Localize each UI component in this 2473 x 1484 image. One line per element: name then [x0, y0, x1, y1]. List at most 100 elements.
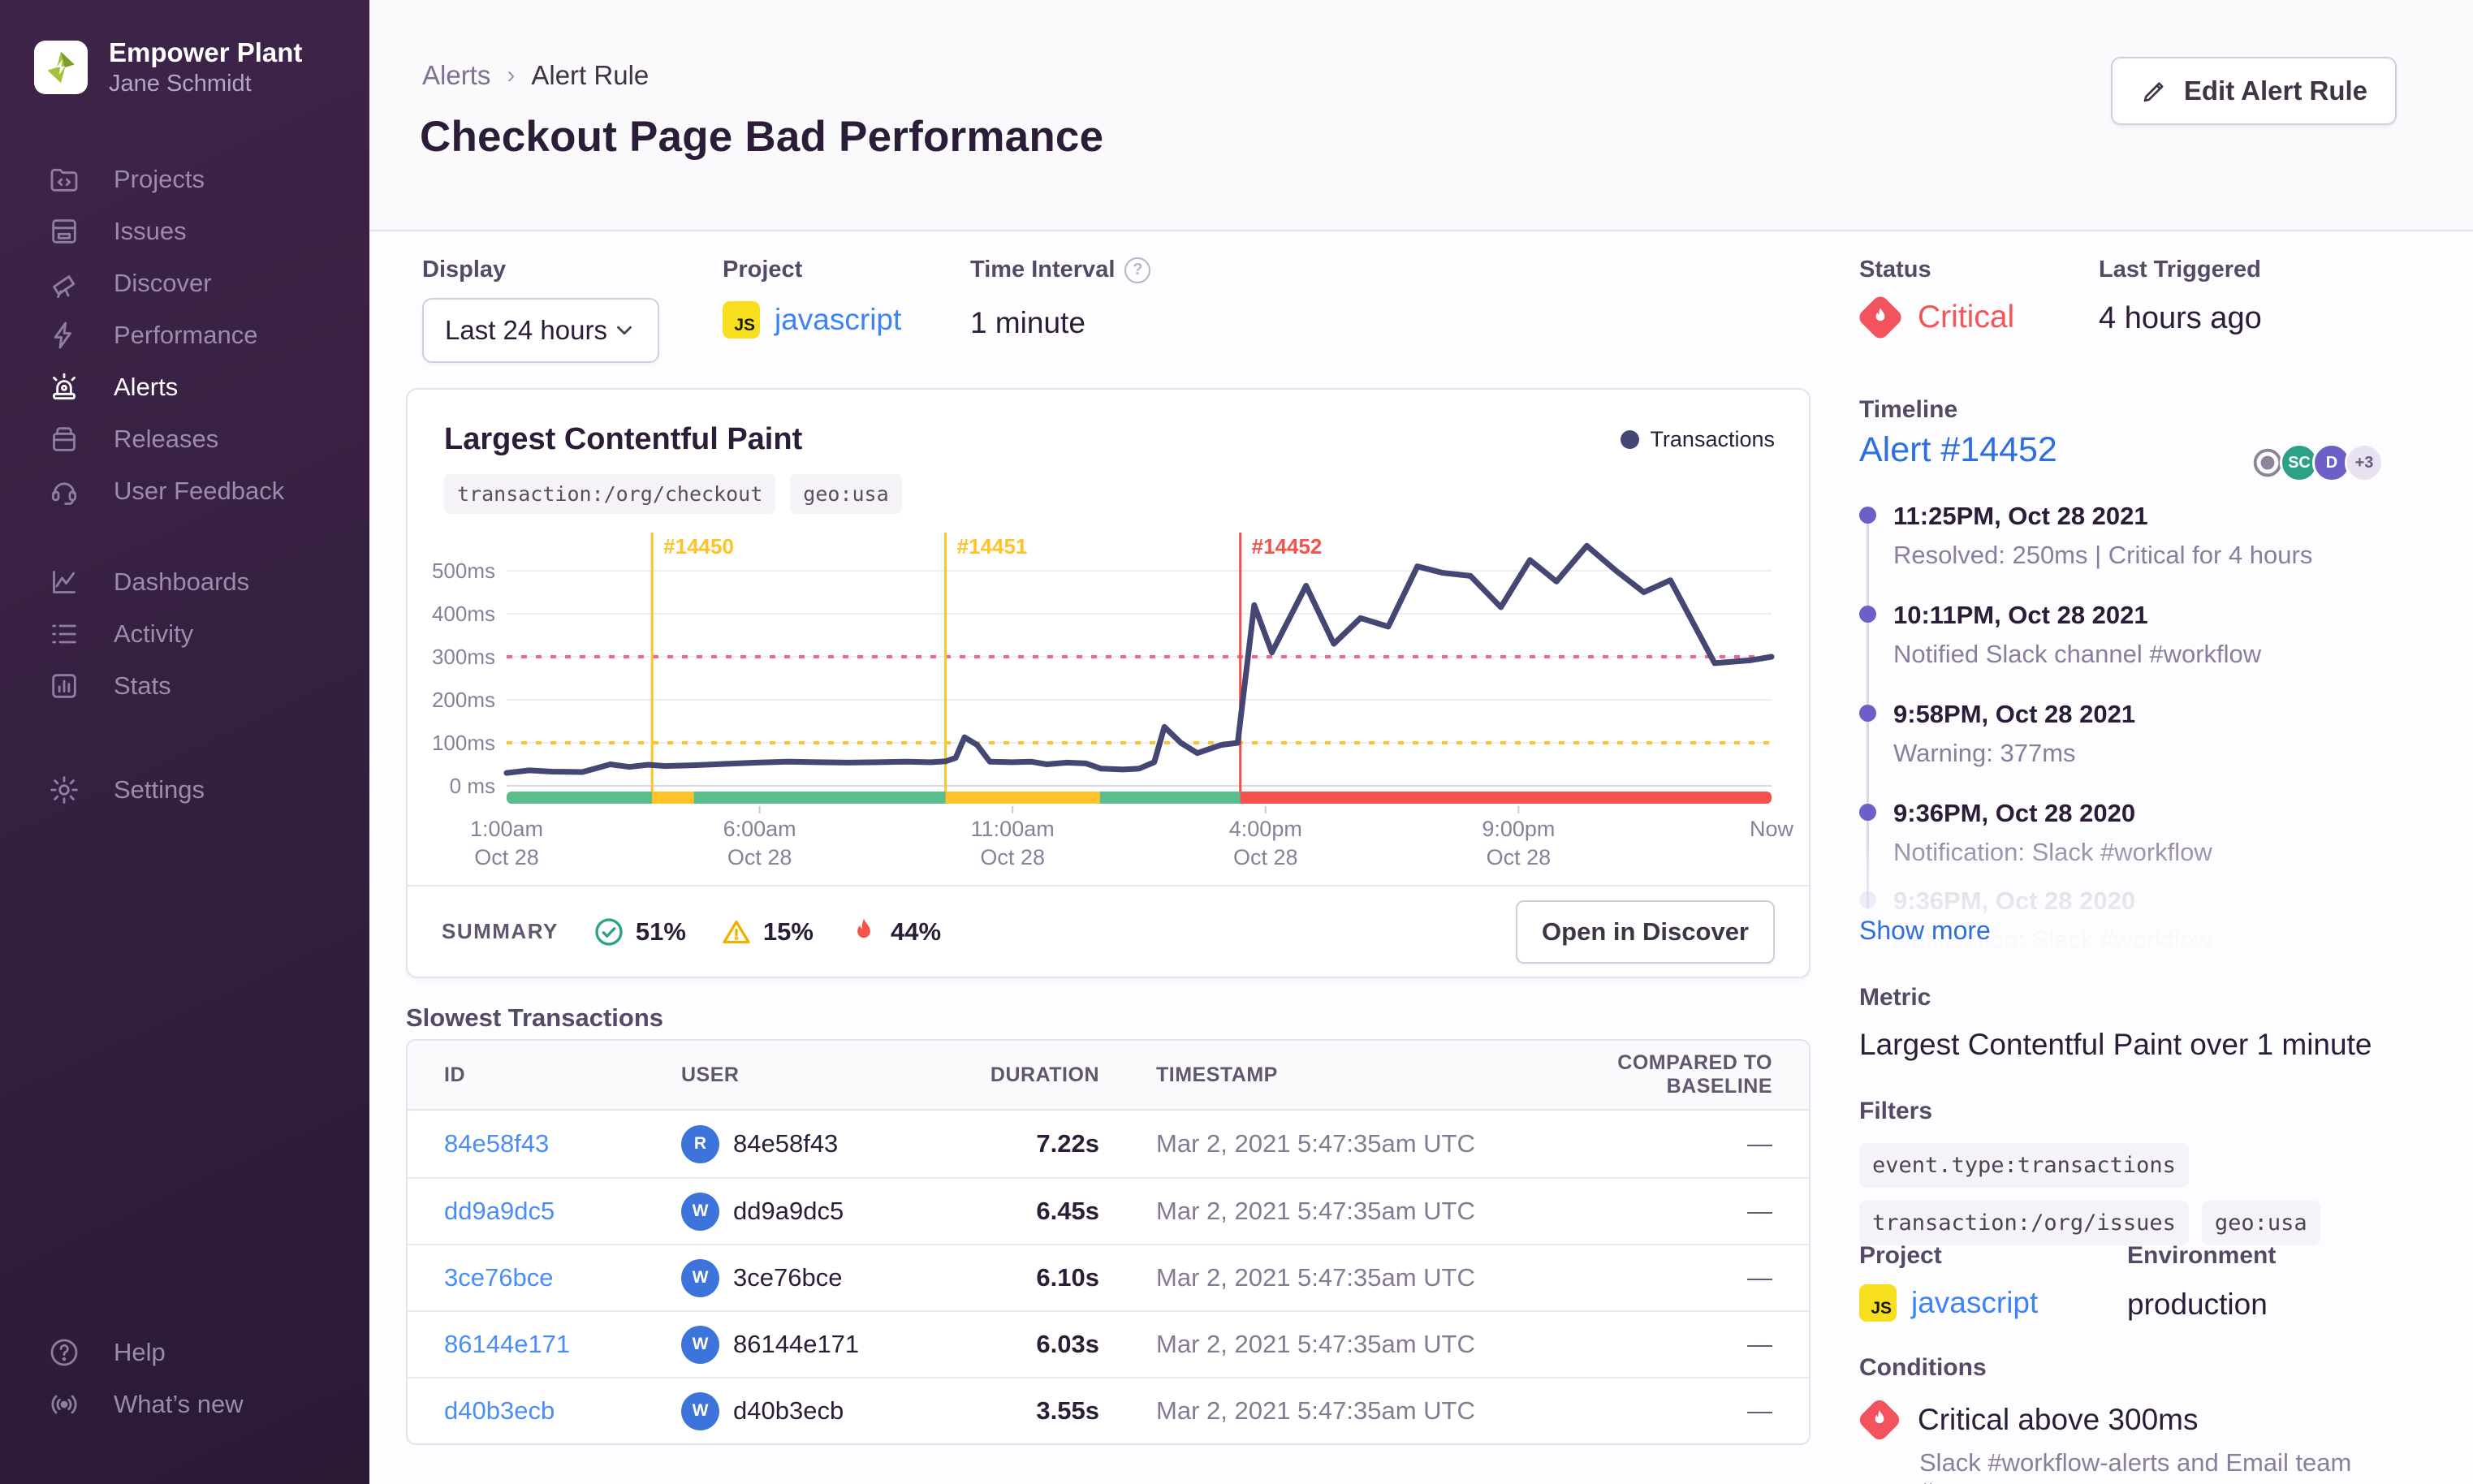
legend-dot-icon: [1621, 430, 1640, 449]
transaction-id-link[interactable]: 84e58f43: [444, 1129, 681, 1158]
user-avatar: W: [681, 1325, 719, 1364]
timeline-entry-time: 9:36PM, Oct 28 2020: [1893, 799, 2136, 827]
lcp-line-chart[interactable]: 0 ms 100ms 200ms 300ms 400ms 500ms #14450 #1445…: [417, 518, 1806, 879]
project-environment-section: Project JS javascript Environment produc…: [1859, 1242, 2437, 1322]
col-id: ID: [444, 1063, 465, 1086]
user-cell: W 3ce76bce: [681, 1258, 949, 1297]
svg-text:9:00pm: 9:00pm: [1482, 817, 1555, 841]
user-feedback-icon: [47, 474, 81, 508]
baseline-value: —: [1747, 1396, 1772, 1425]
timeline-label: Timeline: [1859, 396, 1958, 423]
table-row[interactable]: 3ce76bce W 3ce76bce 6.10s Mar 2, 2021 5:47:3…: [408, 1244, 1809, 1310]
sidebar-item-discover[interactable]: Discover: [0, 257, 369, 309]
timeline-entry-description: Notified Slack channel #workflow: [1893, 640, 2262, 668]
table-row[interactable]: d40b3ecb Wd40b3ecb 3.55s Mar 2, 2021 5:47:3…: [408, 1377, 1809, 1443]
table-header-row: ID USER DURATION TIMESTAMP COMPARED TO B…: [408, 1041, 1809, 1111]
summary-warning: 15%: [720, 916, 814, 948]
last-triggered-value: 4 hours ago: [2099, 301, 2262, 335]
last-triggered-field: Last Triggered 4 hours ago: [2099, 257, 2262, 336]
sidebar-item-what-s-new[interactable]: What’s new: [0, 1378, 369, 1430]
sidebar-item-issues[interactable]: Issues: [0, 205, 369, 257]
transaction-id-link[interactable]: 86144e171: [444, 1330, 681, 1359]
timeline-avatars: SC D +3: [2249, 443, 2384, 482]
open-in-discover-button[interactable]: Open in Discover: [1516, 899, 1775, 964]
timeline-entry-time: 9:58PM, Oct 28 2021: [1893, 700, 2136, 728]
project-link[interactable]: javascript: [775, 303, 901, 337]
org-identity: Empower Plant Jane Schmidt: [109, 36, 302, 100]
timeline-entry-time: 10:11PM, Oct 28 2021: [1893, 601, 2148, 629]
check-circle-icon: [595, 917, 623, 946]
summary-ok: 51%: [593, 916, 686, 948]
time-interval-label: Time Interval: [970, 257, 1116, 283]
display-dropdown[interactable]: Last 24 hours: [422, 298, 659, 363]
svg-text:0 ms: 0 ms: [450, 774, 495, 798]
transaction-id-link[interactable]: 3ce76bce: [444, 1263, 681, 1292]
svg-text:500ms: 500ms: [432, 559, 495, 583]
chart-legend[interactable]: Transactions: [1621, 427, 1775, 452]
breadcrumb-alerts-link[interactable]: Alerts: [422, 60, 490, 91]
performance-icon: [47, 318, 81, 352]
sidebar-item-label: Dashboards: [114, 567, 250, 596]
sidebar-item-settings[interactable]: Settings: [0, 764, 369, 816]
sidebar-item-stats[interactable]: Stats: [0, 660, 369, 712]
sidebar-item-label: User Feedback: [114, 476, 285, 505]
col-duration: DURATION: [990, 1063, 1099, 1086]
filter-chip: event.type:transactions: [1859, 1143, 2189, 1188]
sidebar-item-dashboards[interactable]: Dashboards: [0, 556, 369, 608]
page-header: Alerts › Alert Rule Checkout Page Bad Pe…: [369, 0, 2473, 231]
project-detail: Project JS javascript: [1859, 1242, 2127, 1322]
user-name: 84e58f43: [733, 1129, 839, 1158]
sidebar-item-label: Performance: [114, 320, 258, 349]
svg-text:Oct 28: Oct 28: [1233, 845, 1298, 869]
project-detail-link[interactable]: javascript: [1911, 1286, 2038, 1320]
sidebar-item-releases[interactable]: Releases: [0, 413, 369, 465]
sidebar-item-projects[interactable]: Projects: [0, 153, 369, 205]
sidebar-nav-secondary: Dashboards Activity Stats: [0, 556, 369, 712]
table-row[interactable]: dd9a9dc5 Wdd9a9dc5 6.45s Mar 2, 2021 5:47:3…: [408, 1177, 1809, 1244]
timeline-dot-icon: [1859, 804, 1876, 821]
table-body: 84e58f43 R 84e58f43 7.22s Mar 2, 2021 5:47:3…: [408, 1111, 1809, 1443]
filters-label: Filters: [1859, 1098, 1933, 1124]
avatar[interactable]: +3: [2345, 443, 2384, 482]
show-more-link[interactable]: Show more: [1859, 916, 1991, 946]
stats-icon: [47, 669, 81, 703]
sidebar-nav-settings: Settings: [0, 764, 369, 816]
user-name: d40b3ecb: [733, 1396, 844, 1425]
sidebar-item-alerts[interactable]: Alerts: [0, 361, 369, 413]
user-avatar: W: [681, 1258, 719, 1297]
sidebar-item-user-feedback[interactable]: User Feedback: [0, 465, 369, 517]
timeline-dot-icon: [1859, 705, 1876, 722]
sidebar-item-performance[interactable]: Performance: [0, 309, 369, 361]
projects-icon: [47, 162, 81, 196]
transaction-id-link[interactable]: d40b3ecb: [444, 1396, 681, 1426]
filter-chip: geo:usa: [2201, 1201, 2320, 1245]
table-row[interactable]: 86144e171 W 86144e171 6.03s Mar 2, 2021 5:47…: [408, 1310, 1809, 1377]
condition-value: Critical above 300ms: [1918, 1403, 2199, 1436]
critical-flame-icon: [1856, 1396, 1903, 1443]
svg-text:6:00am: 6:00am: [723, 817, 796, 841]
releases-icon: [47, 422, 81, 456]
legend-label: Transactions: [1650, 427, 1775, 451]
alert-number-link[interactable]: Alert #14452: [1859, 430, 2057, 470]
svg-text:#14450: #14450: [663, 534, 734, 559]
transaction-id-link[interactable]: dd9a9dc5: [444, 1197, 681, 1226]
help-circle-icon[interactable]: ?: [1124, 257, 1151, 283]
user-cell: W 86144e171: [681, 1325, 949, 1364]
whats-new-icon: [47, 1387, 81, 1421]
edit-alert-rule-button[interactable]: Edit Alert Rule: [2110, 57, 2397, 125]
page-title: Checkout Page Bad Performance: [420, 113, 1104, 161]
chart-title: Largest Contentful Paint: [444, 422, 803, 456]
svg-text:Oct 28: Oct 28: [1487, 845, 1552, 869]
project-detail-label: Project: [1859, 1242, 1942, 1269]
timestamp-value: Mar 2, 2021 5:47:35am UTC: [1156, 1330, 1475, 1358]
activity-icon: [47, 617, 81, 651]
sidebar-item-help[interactable]: Help: [0, 1327, 369, 1378]
table-row[interactable]: 84e58f43 R 84e58f43 7.22s Mar 2, 2021 5:47:3…: [408, 1111, 1809, 1177]
conditions-label: Conditions: [1859, 1354, 1987, 1381]
svg-text:400ms: 400ms: [432, 602, 495, 626]
duration-value: 3.55s: [1036, 1396, 1099, 1425]
sidebar-item-activity[interactable]: Activity: [0, 608, 369, 660]
org-header[interactable]: Empower Plant Jane Schmidt: [0, 0, 369, 100]
sidebar-nav-primary: Projects Issues Discover Performance Alerts R…: [0, 153, 369, 517]
svg-text:1:00am: 1:00am: [470, 817, 543, 841]
